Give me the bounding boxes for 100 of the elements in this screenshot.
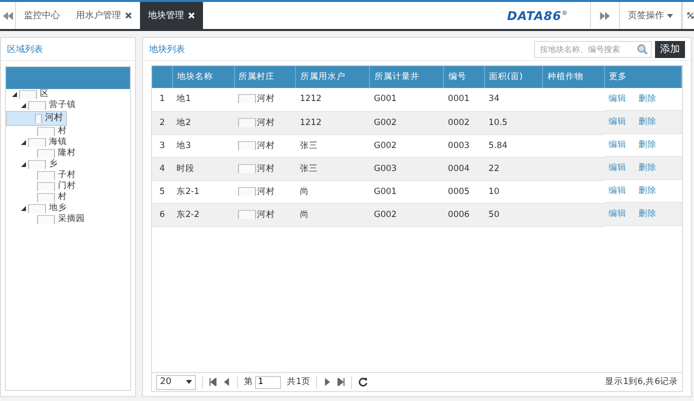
column-header[interactable]: 面积(亩): [484, 66, 543, 88]
tree-item[interactable]: 村: [6, 192, 130, 203]
expand-icon: [687, 11, 694, 20]
row-action-link[interactable]: 编辑: [608, 162, 627, 174]
table-cell: 地3: [172, 134, 234, 157]
table-cell: 张三: [296, 134, 370, 157]
row-action-link[interactable]: 删除: [638, 93, 657, 105]
add-button[interactable]: 添加: [655, 40, 685, 58]
tree-item[interactable]: 村: [6, 126, 130, 137]
expand-triangle-icon[interactable]: [12, 92, 17, 97]
table-cell: 东2-2: [172, 203, 234, 226]
tree-item[interactable]: 隆村: [6, 148, 130, 159]
tab-label: 监控中心: [24, 10, 60, 22]
tree-label: 门村: [58, 181, 76, 192]
caret-icon: [667, 14, 673, 18]
table-cell: 0002: [444, 111, 485, 134]
page-total: 共1页: [287, 376, 310, 388]
row-number: 6: [152, 203, 172, 226]
previous-page-icon[interactable]: [223, 378, 231, 386]
tree-item[interactable]: 区: [6, 89, 130, 100]
column-header[interactable]: 地块名称: [172, 66, 234, 88]
table-cell: 10.5: [484, 111, 543, 134]
page-prefix: 第: [244, 376, 253, 388]
row-action-link[interactable]: 删除: [638, 162, 657, 174]
record-summary: 显示1到6,共6记录: [605, 376, 678, 388]
table-cell: 河村: [234, 134, 296, 157]
row-action-link[interactable]: 删除: [638, 116, 657, 128]
close-icon[interactable]: [125, 12, 132, 19]
tree-label: 河村: [45, 113, 63, 124]
double-right-icon: [600, 12, 610, 20]
table-cell: 张三: [296, 157, 370, 180]
row-action-link[interactable]: 编辑: [608, 93, 627, 105]
caret-icon: [186, 380, 192, 384]
tree-item[interactable]: 乡: [6, 159, 130, 170]
expand-triangle-icon[interactable]: [21, 103, 26, 108]
table-cell: G003: [370, 157, 444, 180]
page-size-select[interactable]: 20: [156, 374, 196, 390]
row-number: 3: [152, 134, 172, 157]
table-cell: 尚: [296, 180, 370, 203]
row-number: 1: [152, 88, 172, 111]
scroll-left-button[interactable]: [0, 2, 16, 29]
row-action-link[interactable]: 删除: [638, 185, 657, 197]
tab[interactable]: 用水户管理: [68, 2, 140, 29]
page-input[interactable]: 1: [255, 376, 281, 388]
tree-item[interactable]: 地乡: [6, 203, 130, 214]
table-cell: 地1: [172, 88, 234, 111]
refresh-icon[interactable]: [358, 377, 368, 387]
scroll-right-button[interactable]: [590, 2, 620, 29]
table-cell: G002: [370, 203, 444, 226]
double-left-icon: [2, 12, 12, 20]
tab[interactable]: 监控中心: [16, 2, 68, 29]
table-cell: 0003: [444, 134, 485, 157]
tab[interactable]: 地块管理: [140, 2, 203, 29]
tab-menu-label: 页签操作: [628, 10, 664, 22]
row-action-link[interactable]: 编辑: [608, 116, 627, 128]
tree-label: 海镇: [49, 137, 67, 148]
tree-item[interactable]: 门村: [6, 181, 130, 192]
expand-triangle-icon[interactable]: [21, 140, 26, 145]
table-cell: 地2: [172, 111, 234, 134]
table-cell: 50: [484, 203, 543, 226]
tree-item[interactable]: 采摘园: [6, 214, 130, 225]
next-page-icon[interactable]: [323, 378, 332, 386]
row-action-link[interactable]: 删除: [638, 139, 657, 151]
row-number: 5: [152, 180, 172, 203]
table-cell: 0005: [444, 180, 485, 203]
expand-triangle-icon[interactable]: [21, 162, 26, 167]
table-cell: 1212: [296, 111, 370, 134]
table-cell: G002: [370, 111, 444, 134]
tab-label: 用水户管理: [76, 10, 121, 22]
row-action-link[interactable]: 删除: [638, 208, 657, 220]
first-page-icon[interactable]: [209, 378, 217, 386]
table-cell: 河村: [234, 111, 296, 134]
column-header[interactable]: 所属村庄: [234, 66, 296, 88]
table-cell: 5.84: [484, 134, 543, 157]
column-header[interactable]: 更多: [604, 66, 682, 88]
tree-item[interactable]: 营子镇: [6, 100, 130, 111]
tab-label: 地块管理: [148, 10, 184, 22]
tree-label: 采摘园: [58, 214, 85, 225]
row-action-link[interactable]: 编辑: [608, 185, 627, 197]
column-header[interactable]: 种植作物: [542, 66, 605, 88]
expand-triangle-icon[interactable]: [21, 206, 26, 211]
table-cell: G001: [370, 180, 444, 203]
table-cell: 时段: [172, 157, 234, 180]
fullscreen-button[interactable]: [682, 2, 694, 29]
column-header[interactable]: 所属计量井: [370, 66, 444, 88]
tree-item[interactable]: 海镇: [6, 137, 130, 148]
table-cell: G002: [370, 134, 444, 157]
tree-item[interactable]: 河村: [6, 111, 67, 126]
column-header[interactable]: 编号: [444, 66, 485, 88]
panel-title: 地块列表: [149, 44, 185, 56]
column-header[interactable]: 所属用水户: [296, 66, 370, 88]
search-field[interactable]: 按地块名称、编号搜索: [534, 40, 652, 58]
row-action-link[interactable]: 编辑: [608, 139, 627, 151]
row-action-link[interactable]: 编辑: [608, 208, 627, 220]
tree-label: 子村: [58, 170, 76, 180]
table-cell: 河村: [234, 180, 296, 203]
tree-item[interactable]: 子村: [6, 170, 130, 181]
table-cell: 河村: [234, 203, 296, 226]
last-page-icon[interactable]: [337, 378, 346, 386]
tree-label: 地乡: [49, 203, 67, 214]
